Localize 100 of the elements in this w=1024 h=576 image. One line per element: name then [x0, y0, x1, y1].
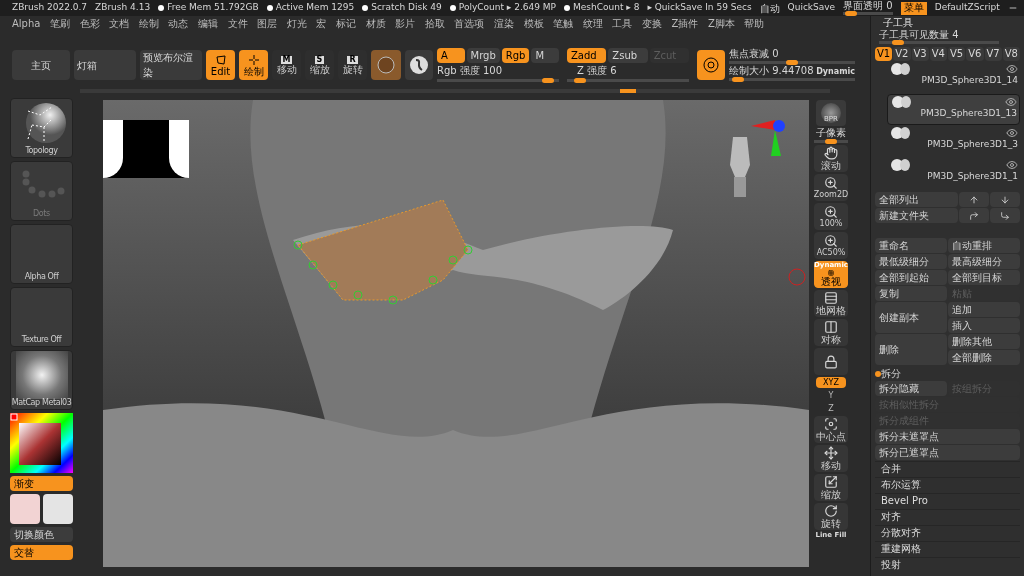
menu-item[interactable]: 宏: [316, 19, 327, 29]
menu-item[interactable]: 工具: [612, 19, 633, 29]
slider-thumb[interactable]: [891, 40, 904, 45]
visibility-icon[interactable]: [1006, 63, 1018, 75]
version-tab[interactable]: V6: [966, 47, 984, 61]
visibility-icon[interactable]: [1005, 96, 1017, 108]
panel-button[interactable]: 拆分隐藏: [875, 381, 947, 396]
menu-item[interactable]: 绘制: [138, 19, 159, 29]
mode-button[interactable]: Edit: [206, 50, 235, 80]
menu-item[interactable]: 灯光: [286, 19, 307, 29]
version-tab[interactable]: V5: [948, 47, 966, 61]
color-swatch[interactable]: [10, 494, 40, 524]
visibility-icon[interactable]: [1006, 127, 1018, 139]
section-header[interactable]: 重建网格: [875, 541, 1020, 556]
menu-item[interactable]: 文档: [109, 19, 130, 29]
panel-button[interactable]: 最低级细分: [875, 254, 947, 269]
panel-button[interactable]: 删除: [875, 334, 947, 365]
menu-item[interactable]: 动态: [168, 19, 189, 29]
move-to-folder-button[interactable]: [959, 208, 989, 223]
dynamic-label[interactable]: Dynamic: [816, 68, 855, 76]
panel-title[interactable]: 子工具: [875, 16, 1020, 29]
gradient-toggle[interactable]: 渐变: [10, 476, 73, 491]
menu-item[interactable]: 帮助: [744, 19, 765, 29]
panel-button[interactable]: 插入: [948, 318, 1020, 333]
panel-button[interactable]: 全部到起始: [875, 270, 947, 285]
visibility-icon[interactable]: [1006, 159, 1018, 171]
panel-button[interactable]: 删除其他: [948, 334, 1020, 349]
version-tab[interactable]: V7: [984, 47, 1002, 61]
axis-button[interactable]: XYZ: [816, 377, 846, 388]
move-out-button[interactable]: [990, 208, 1020, 223]
brush-tile[interactable]: Alpha Off: [10, 224, 73, 284]
menu-item[interactable]: 纹理: [582, 19, 603, 29]
section-header[interactable]: 分散对齐: [875, 525, 1020, 540]
toolbar-button[interactable]: 预览布尔渲染: [140, 50, 202, 80]
subtool-item[interactable]: PM3D_Sphere3D1_13: [887, 94, 1020, 125]
subtool-item[interactable]: PM3D_Sphere3D1_3: [887, 126, 1020, 157]
auto-button[interactable]: 自动: [759, 0, 780, 16]
channel-toggle[interactable]: A: [437, 48, 465, 63]
quicksave-button[interactable]: QuickSave: [787, 1, 836, 15]
view-tool-button[interactable]: Zoom2D: [814, 174, 848, 201]
view-tool-button[interactable]: 100%: [814, 203, 848, 230]
move-up-button[interactable]: [959, 192, 989, 207]
version-tab[interactable]: V3: [911, 47, 929, 61]
stroke-button[interactable]: [405, 50, 433, 80]
view-tool-button[interactable]: AC50%: [814, 232, 848, 259]
menu-item[interactable]: 首选项: [454, 19, 485, 29]
menu-item[interactable]: 标记: [335, 19, 356, 29]
section-header[interactable]: 合并: [875, 461, 1020, 476]
menu-item[interactable]: 材质: [365, 19, 386, 29]
view-tool-button[interactable]: 缩放: [814, 474, 848, 501]
toolbar-button[interactable]: 灯箱: [74, 50, 136, 80]
color-picker[interactable]: [10, 413, 73, 473]
panel-button[interactable]: 复制: [875, 286, 947, 301]
channel-toggle[interactable]: Rgb: [501, 48, 530, 63]
move-down-button[interactable]: [990, 192, 1020, 207]
menu-button[interactable]: 菜单: [900, 1, 927, 15]
panel-button[interactable]: 自动重排: [948, 238, 1020, 253]
view-tool-button[interactable]: 滚动: [814, 145, 848, 172]
panel-button[interactable]: 最高级细分: [948, 254, 1020, 269]
axis-button[interactable]: Z: [825, 403, 837, 414]
slider-thumb[interactable]: [541, 78, 554, 83]
panel-button[interactable]: 重命名: [875, 238, 947, 253]
version-tab[interactable]: V2: [893, 47, 911, 61]
version-tab[interactable]: V1: [875, 47, 893, 61]
sculpt-toggle[interactable]: Zadd: [567, 48, 607, 63]
menu-item[interactable]: 笔刷: [50, 19, 71, 29]
slider-thumb[interactable]: [786, 60, 798, 65]
brush-tile[interactable]: Texture Off: [10, 287, 73, 347]
slider-thumb[interactable]: [825, 139, 837, 144]
section-header[interactable]: Bevel Pro: [875, 493, 1020, 508]
menu-item[interactable]: 渲染: [493, 19, 514, 29]
view-tool-button[interactable]: 对称: [814, 319, 848, 346]
spiral-button[interactable]: [697, 50, 725, 80]
sculpt-toggle[interactable]: Zsub: [608, 48, 648, 63]
menu-item[interactable]: Alpha: [12, 19, 41, 29]
slider-track[interactable]: [814, 140, 848, 143]
menu-item[interactable]: 文件: [227, 19, 248, 29]
menu-item[interactable]: 拾取: [424, 19, 445, 29]
view-tool-button[interactable]: 中心点: [814, 416, 848, 443]
panel-button[interactable]: 全部删除: [948, 350, 1020, 365]
toolbar-button[interactable]: 主页: [12, 50, 70, 80]
menu-item[interactable]: 图层: [257, 19, 278, 29]
subtool-item[interactable]: PM3D_Sphere3D1_1: [887, 158, 1020, 189]
list-all-button[interactable]: 全部列出: [875, 192, 958, 207]
view-tool-button[interactable]: 移动: [814, 445, 848, 472]
panel-button[interactable]: 全部到目标: [948, 270, 1020, 285]
topology-mesh-drawing[interactable]: [293, 199, 673, 310]
subtool-item[interactable]: PM3D_Sphere3D1_14: [887, 62, 1020, 93]
view-tool-button[interactable]: 地网格: [814, 290, 848, 317]
section-header[interactable]: 布尔运算: [875, 477, 1020, 492]
menu-item[interactable]: 色彩: [79, 19, 100, 29]
slider-thumb[interactable]: [732, 77, 745, 82]
section-header[interactable]: 投射: [875, 557, 1020, 572]
slider-thumb[interactable]: [845, 11, 858, 16]
alternate-toggle[interactable]: 交替: [10, 545, 73, 560]
viewport[interactable]: [103, 100, 809, 567]
color-swatch[interactable]: [43, 494, 73, 524]
version-tab[interactable]: V8: [1002, 47, 1020, 61]
menu-item[interactable]: Z插件: [671, 19, 699, 29]
brush-tile[interactable]: MatCap Metal03: [10, 350, 73, 410]
